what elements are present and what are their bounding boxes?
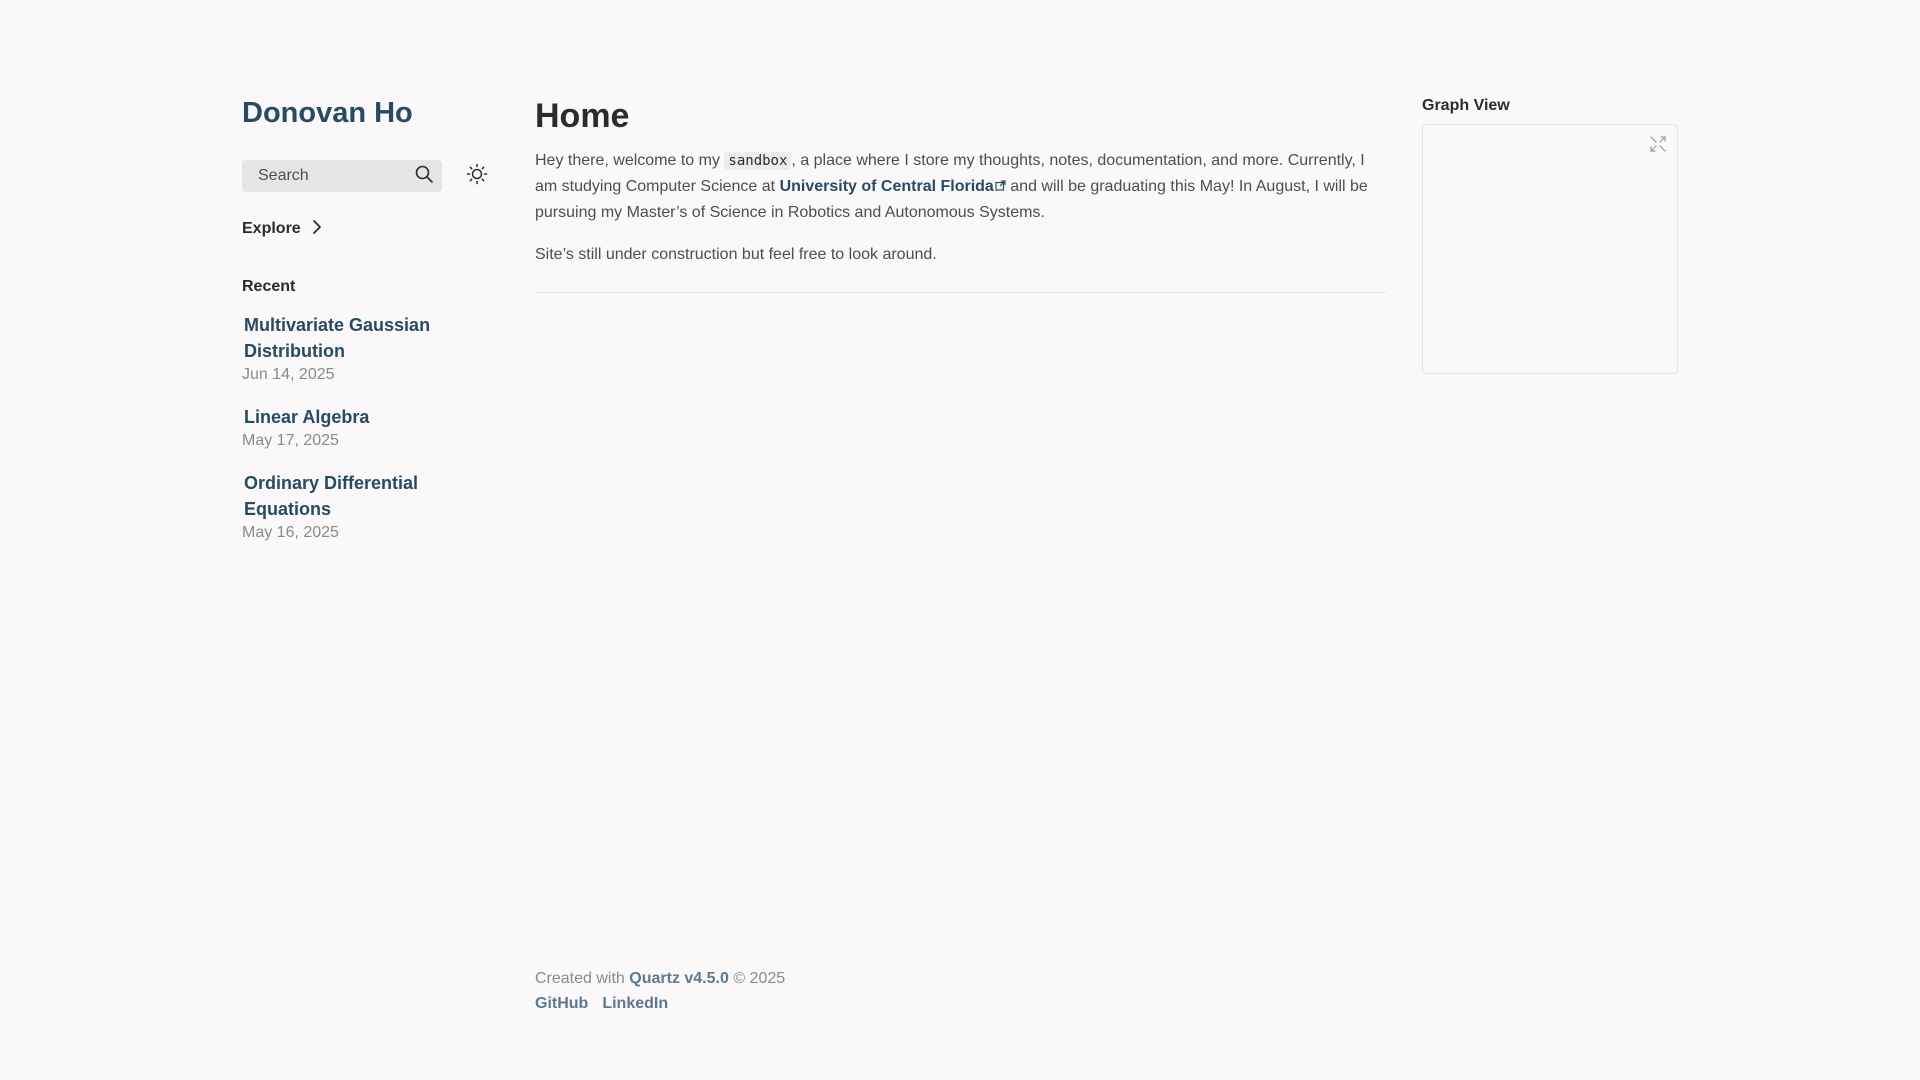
page-title: Home — [535, 97, 630, 135]
recent-list: Multivariate Gaussian Distribution Jun 1… — [242, 312, 502, 544]
expand-icon[interactable] — [1649, 135, 1667, 153]
right-sidebar: Graph View — [1422, 96, 1678, 374]
theme-toggle-button[interactable] — [466, 163, 488, 190]
left-sidebar: Donovan Ho Search Explore Recent Multiva… — [242, 96, 502, 562]
content-divider — [535, 292, 1386, 293]
intro-paragraph: Hey there, welcome to my sandbox, a plac… — [535, 148, 1386, 226]
recent-heading: Recent — [242, 278, 296, 295]
recent-note-date: Jun 14, 2025 — [242, 366, 335, 383]
graph-heading: Graph View — [1422, 97, 1510, 114]
footer-text: © 2025 — [728, 970, 786, 987]
list-item: Linear Algebra May 17, 2025 — [242, 404, 502, 452]
footer-text: Created with — [535, 970, 630, 987]
quartz-link[interactable]: Quartz v4.5.0 — [629, 970, 729, 987]
footer-links: GitHub LinkedIn — [535, 991, 785, 1016]
university-link-text: University of Central Florida — [779, 178, 994, 195]
github-link[interactable]: GitHub — [535, 995, 588, 1012]
recent-note-date: May 16, 2025 — [242, 524, 339, 541]
linkedin-link[interactable]: LinkedIn — [602, 995, 668, 1012]
inline-code: sandbox — [724, 152, 792, 170]
explorer-toggle[interactable]: Explore — [242, 218, 502, 240]
footer: Created with Quartz v4.5.0 © 2025 GitHub… — [535, 966, 785, 1016]
footer-credit: Created with Quartz v4.5.0 © 2025 — [535, 966, 785, 991]
university-link[interactable]: University of Central Florida — [780, 178, 1006, 195]
intro-text: Hey there, welcome to my — [535, 152, 725, 169]
search-button[interactable]: Search — [242, 160, 442, 192]
construction-paragraph: Site’s still under construction but feel… — [535, 246, 937, 263]
graph-view[interactable] — [1422, 124, 1678, 374]
sun-icon — [466, 163, 488, 190]
search-row: Search — [242, 160, 502, 192]
search-icon — [414, 164, 434, 189]
search-placeholder: Search — [258, 167, 309, 184]
list-item: Ordinary Differential Equations May 16, … — [242, 470, 502, 544]
chevron-right-icon — [301, 219, 323, 240]
list-item: Multivariate Gaussian Distribution Jun 1… — [242, 312, 502, 386]
recent-note-date: May 17, 2025 — [242, 432, 339, 449]
recent-note-link[interactable]: Linear Algebra — [242, 404, 452, 430]
recent-note-link[interactable]: Ordinary Differential Equations — [242, 470, 452, 522]
main-content: Home Hey there, welcome to my sandbox, a… — [535, 96, 1386, 293]
external-link-icon — [995, 174, 1006, 200]
explorer-label: Explore — [242, 220, 301, 237]
article-body: Hey there, welcome to my sandbox, a plac… — [535, 148, 1386, 268]
site-title[interactable]: Donovan Ho — [242, 96, 502, 130]
recent-note-link[interactable]: Multivariate Gaussian Distribution — [242, 312, 452, 364]
